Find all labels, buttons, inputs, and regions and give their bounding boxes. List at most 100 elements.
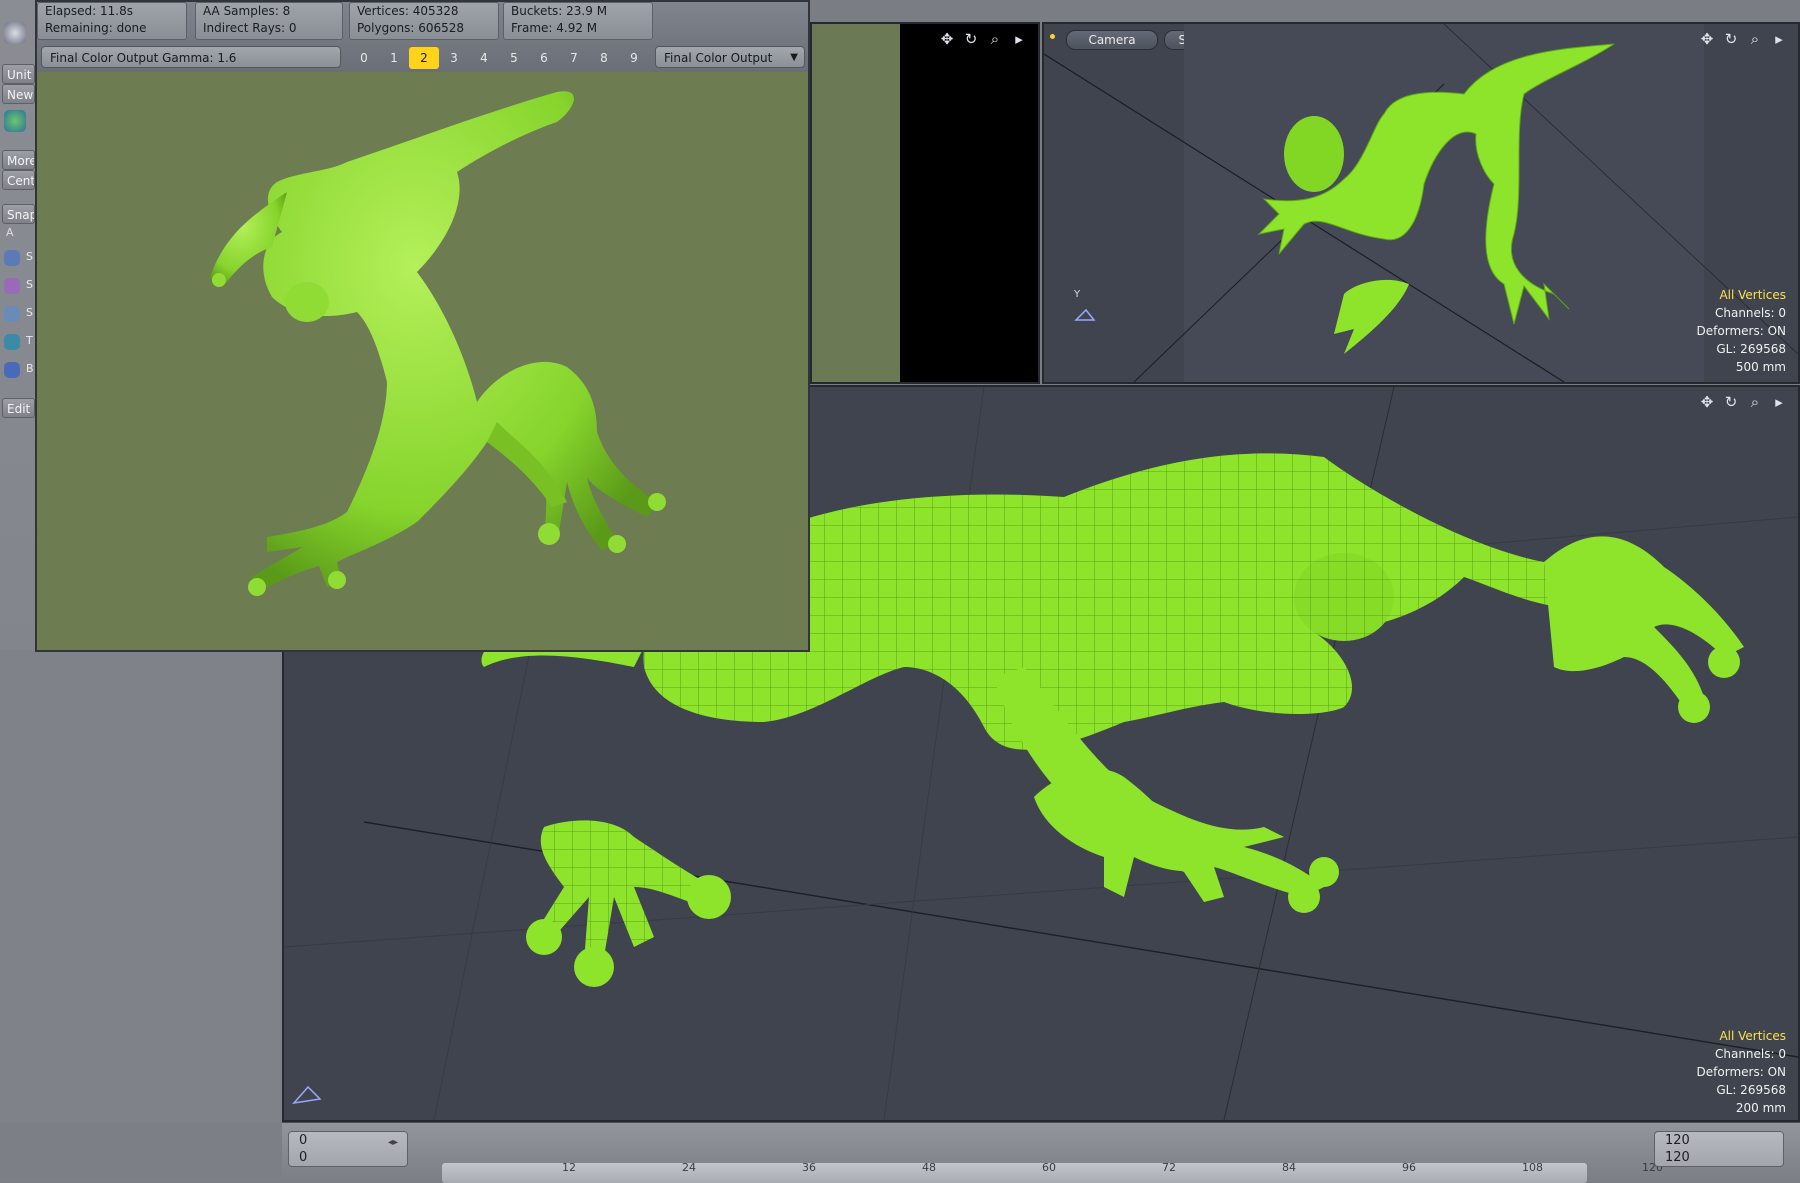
start-frame-a: 0: [299, 1133, 308, 1148]
stepper-icon[interactable]: ◂▸: [388, 1137, 400, 1161]
perspective-axis-gizmo-icon: [292, 1085, 322, 1105]
buffer-number-4[interactable]: 4: [469, 47, 499, 69]
zoom-icon[interactable]: ⌕: [986, 30, 1004, 48]
viewport-icon[interactable]: [4, 22, 26, 44]
rotate-icon[interactable]: ↻: [1722, 30, 1740, 48]
indirect-rays-label: Indirect Rays: 0: [203, 21, 297, 35]
camera-viewport[interactable]: Camera Shaded Texture Y ✥ ↻ ⌕ ▸ All Vert…: [1042, 22, 1800, 384]
s3-label: S: [26, 306, 33, 319]
camera-viewport-icons: ✥ ↻ ⌕ ▸: [1698, 30, 1788, 48]
move-icon[interactable]: ✥: [1698, 393, 1716, 411]
disc-tool-icon[interactable]: [4, 306, 20, 322]
memory-box: Buckets: 23.9 M Frame: 4.92 M: [503, 2, 653, 40]
buckets-label: Buckets: 23.9 M: [511, 4, 608, 18]
more-button[interactable]: More: [2, 150, 35, 170]
deformers-label: Deformers: ON: [1696, 1065, 1786, 1079]
chevron-down-icon: ▼: [790, 52, 798, 63]
t-label: T: [26, 334, 33, 347]
scale-label: 200 mm: [1735, 1101, 1786, 1115]
play-icon[interactable]: ▸: [1010, 30, 1028, 48]
gl-label: GL: 269568: [1716, 1083, 1786, 1097]
geometry-box: Vertices: 405328 Polygons: 606528: [349, 2, 499, 40]
viewport-icons: ✥ ↻ ⌕ ▸: [938, 30, 1028, 48]
vertices-label: Vertices: 405328: [357, 4, 459, 18]
timeline-tick-36: 36: [802, 1161, 816, 1174]
polygons-label: Polygons: 606528: [357, 21, 465, 35]
timeline-tick-72: 72: [1162, 1161, 1176, 1174]
s2-label: S: [26, 278, 33, 291]
camera-info: All Vertices Channels: 0 Deformers: ON G…: [1697, 286, 1786, 376]
perspective-viewport-icons: ✥ ↻ ⌕ ▸: [1698, 393, 1788, 411]
b-label: B: [26, 362, 34, 375]
snap-button[interactable]: Snap: [2, 204, 35, 224]
play-icon[interactable]: ▸: [1770, 393, 1788, 411]
zoom-icon[interactable]: ⌕: [1746, 30, 1764, 48]
end-frame-field[interactable]: 120 120: [1654, 1131, 1784, 1167]
move-icon[interactable]: ✥: [938, 30, 956, 48]
zoom-icon[interactable]: ⌕: [1746, 393, 1764, 411]
gamma-field[interactable]: Final Color Output Gamma: 1.6: [41, 46, 341, 68]
black-area: [900, 24, 1038, 382]
timeline-tick-48: 48: [922, 1161, 936, 1174]
perspective-info: All Vertices Channels: 0 Deformers: ON G…: [1697, 1027, 1786, 1117]
camera-axis-label: Y: [1074, 289, 1081, 300]
edit-button[interactable]: Edit: [2, 398, 35, 418]
render-window[interactable]: Elapsed: 11.8s Remaining: done AA Sample…: [35, 0, 810, 652]
aa-samples-label: AA Samples: 8: [203, 4, 291, 18]
unit-button[interactable]: Unit: [2, 64, 35, 84]
timeline-tick-12: 12: [562, 1161, 576, 1174]
buffer-number-5[interactable]: 5: [499, 47, 529, 69]
selection-mode-label: All Vertices: [1719, 288, 1786, 302]
buffer-number-6[interactable]: 6: [529, 47, 559, 69]
camera-frog: [1257, 43, 1615, 354]
box-tool-icon[interactable]: [4, 278, 20, 294]
timeline-tick-24: 24: [682, 1161, 696, 1174]
move-icon[interactable]: ✥: [1698, 30, 1716, 48]
new-button[interactable]: New: [2, 84, 35, 104]
timeline-tick-84: 84: [1282, 1161, 1296, 1174]
selection-mode-label: All Vertices: [1719, 1029, 1786, 1043]
buffer-number-9[interactable]: 9: [619, 47, 649, 69]
s1-label: S: [26, 250, 33, 263]
axis-gizmo-icon: [1074, 308, 1096, 321]
panel-lower: [0, 650, 282, 1122]
buffer-number-8[interactable]: 8: [589, 47, 619, 69]
timeline-tick-108: 108: [1522, 1161, 1543, 1174]
center-button[interactable]: Cent: [2, 170, 35, 190]
buffer-number-1[interactable]: 1: [379, 47, 409, 69]
output-select-label: Final Color Output: [664, 51, 773, 65]
play-icon[interactable]: ▸: [1770, 30, 1788, 48]
channels-label: Channels: 0: [1714, 306, 1786, 320]
a-label: A: [6, 226, 14, 239]
bevel-tool-icon[interactable]: [4, 362, 20, 378]
frame-label: Frame: 4.92 M: [511, 21, 598, 35]
timeline-ruler[interactable]: 12 24 36 48 60 72 84 96 108 120: [442, 1161, 1663, 1183]
render-header: Elapsed: 11.8s Remaining: done AA Sample…: [37, 2, 808, 72]
text-tool-icon[interactable]: [4, 334, 20, 350]
top-viewport-left[interactable]: ✥ ↻ ⌕ ▸: [810, 22, 1040, 384]
buffer-number-7[interactable]: 7: [559, 47, 589, 69]
rotate-icon[interactable]: ↻: [962, 30, 980, 48]
buffer-number-0[interactable]: 0: [349, 47, 379, 69]
buffer-number-3[interactable]: 3: [439, 47, 469, 69]
sphere-tool-icon[interactable]: [4, 250, 20, 266]
start-frame-b: 0: [299, 1150, 308, 1165]
remaining-label: Remaining: done: [45, 21, 147, 35]
deformers-label: Deformers: ON: [1696, 324, 1786, 338]
gl-label: GL: 269568: [1716, 342, 1786, 356]
timeline: 0 0 ◂▸ 12 24 36 48 60 72 84 96 108 120 120 120: [282, 1122, 1800, 1183]
timeline-tick-96: 96: [1402, 1161, 1416, 1174]
render-frog: [210, 91, 666, 596]
rotate-icon[interactable]: ↻: [1722, 393, 1740, 411]
transform-icon[interactable]: [4, 110, 26, 132]
output-select[interactable]: Final Color Output ▼: [655, 46, 805, 68]
end-frame-a: 120: [1665, 1133, 1690, 1148]
channels-label: Channels: 0: [1714, 1047, 1786, 1061]
buffer-number-2[interactable]: 2: [409, 47, 439, 69]
end-frame-b: 120: [1665, 1150, 1690, 1165]
aa-box: AA Samples: 8 Indirect Rays: 0: [195, 2, 343, 40]
timeline-tick-60: 60: [1042, 1161, 1056, 1174]
scale-label: 500 mm: [1735, 360, 1786, 374]
elapsed-box: Elapsed: 11.8s Remaining: done: [37, 2, 187, 40]
elapsed-label: Elapsed: 11.8s: [45, 4, 133, 18]
